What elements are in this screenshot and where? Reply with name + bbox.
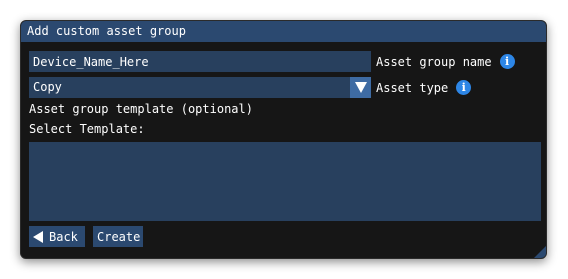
- asset-group-name-label: Asset group name: [376, 54, 492, 69]
- dialog-title[interactable]: Add custom asset group: [21, 21, 546, 42]
- asset-type-row: Copy Asset type i: [29, 77, 472, 98]
- select-template-label: Select Template:: [29, 122, 145, 136]
- asset-group-name-input[interactable]: [29, 51, 371, 72]
- back-button[interactable]: Back: [29, 226, 85, 247]
- asset-type-label: Asset type: [376, 80, 449, 95]
- info-icon[interactable]: i: [456, 80, 472, 95]
- chevron-down-icon: [354, 82, 367, 93]
- template-list[interactable]: [29, 142, 541, 221]
- asset-type-dropdown[interactable]: Copy: [29, 77, 371, 98]
- asset-type-selected-value: Copy: [33, 80, 62, 94]
- info-icon[interactable]: i: [499, 54, 515, 69]
- dropdown-arrow-button[interactable]: [350, 77, 371, 98]
- asset-group-name-row: Asset group name i: [29, 51, 515, 72]
- back-button-label: Back: [49, 229, 78, 244]
- create-button-label: Create: [97, 229, 141, 244]
- add-asset-group-dialog: Add custom asset group Asset group name …: [20, 20, 547, 259]
- template-heading: Asset group template (optional): [29, 102, 253, 116]
- resize-grip-icon[interactable]: [534, 246, 546, 258]
- arrow-left-icon: [33, 230, 43, 243]
- create-button[interactable]: Create: [93, 226, 143, 247]
